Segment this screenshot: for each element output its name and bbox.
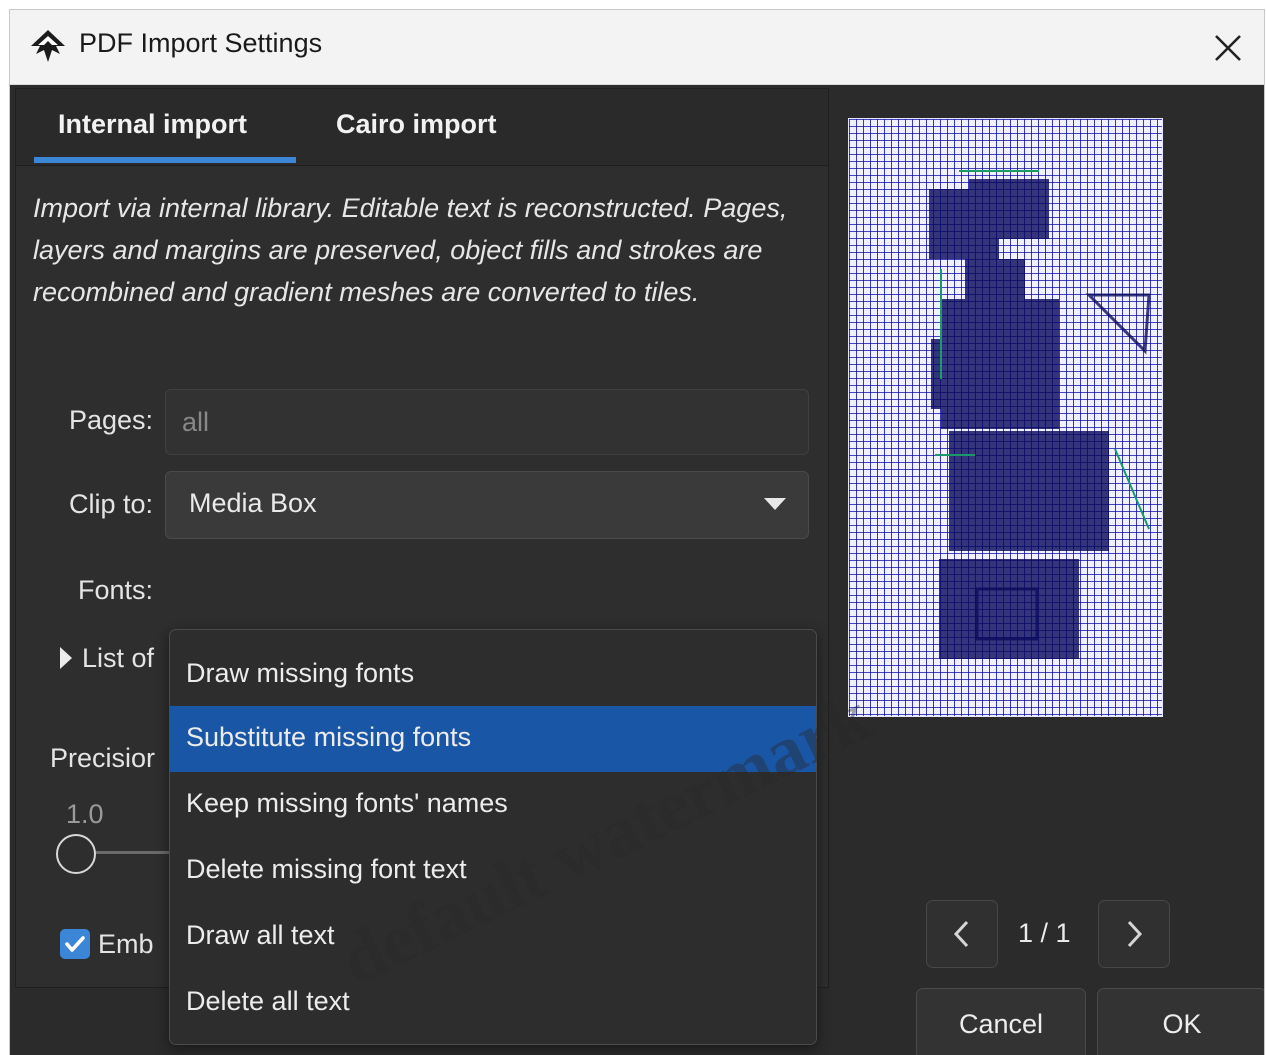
chevron-left-icon <box>953 920 969 948</box>
clip-to-value: Media Box <box>189 488 317 518</box>
precision-slider-knob[interactable] <box>56 834 96 874</box>
title-bar: PDF Import Settings <box>10 10 1264 85</box>
tab-cairo-import[interactable]: Cairo import <box>336 109 497 140</box>
clip-to-select[interactable]: Media Box <box>165 471 809 539</box>
pages-label: Pages: <box>68 405 153 435</box>
pages-field-wrapper <box>165 389 809 455</box>
fonts-option-delete-all-text[interactable]: Delete all text <box>170 970 816 1036</box>
fonts-option-draw-all-text[interactable]: Draw all text <box>170 904 816 970</box>
fonts-option-draw-missing[interactable]: Draw missing fonts <box>170 642 816 708</box>
import-description: Import via internal library. Editable te… <box>33 193 788 307</box>
tab-internal-import[interactable]: Internal import <box>58 109 247 140</box>
settings-panel: Internal import Cairo import Import via … <box>15 88 829 1045</box>
precision-label: Precisior <box>50 743 156 773</box>
page-indicator: 1 / 1 <box>1018 918 1071 948</box>
active-tab-indicator <box>34 157 296 163</box>
fonts-option-delete-missing-text[interactable]: Delete missing font text <box>170 838 816 904</box>
expander-arrow-icon[interactable] <box>60 647 72 669</box>
inkscape-logo-icon <box>31 30 65 62</box>
previous-page-button[interactable] <box>926 900 998 968</box>
embed-label: Emb <box>98 929 154 959</box>
close-icon[interactable] <box>1206 26 1250 70</box>
fonts-dropdown-menu: Draw missing fonts Substitute missing fo… <box>169 629 817 1045</box>
checkmark-icon <box>65 936 85 952</box>
fonts-label: Fonts: <box>77 575 153 605</box>
next-page-button[interactable] <box>1098 900 1170 968</box>
pdf-preview-image <box>848 118 1163 717</box>
cancel-button[interactable]: Cancel <box>916 988 1086 1055</box>
clip-to-label: Clip to: <box>68 489 153 519</box>
import-tabs: Internal import Cairo import <box>16 89 828 166</box>
embed-checkbox[interactable] <box>60 929 90 959</box>
precision-value: 1.0 <box>66 799 104 829</box>
pdf-import-dialog: PDF Import Settings Internal import Cair… <box>10 10 1264 1055</box>
ok-button[interactable]: OK <box>1097 988 1264 1055</box>
chevron-down-icon <box>764 498 786 510</box>
fonts-option-substitute-missing[interactable]: Substitute missing fonts <box>170 706 816 772</box>
window-title: PDF Import Settings <box>79 28 323 58</box>
list-of-fonts-expander[interactable]: List of <box>82 643 154 674</box>
pages-input[interactable] <box>166 390 808 454</box>
chevron-right-icon <box>1127 920 1143 948</box>
fonts-option-keep-names[interactable]: Keep missing fonts' names <box>170 772 816 838</box>
